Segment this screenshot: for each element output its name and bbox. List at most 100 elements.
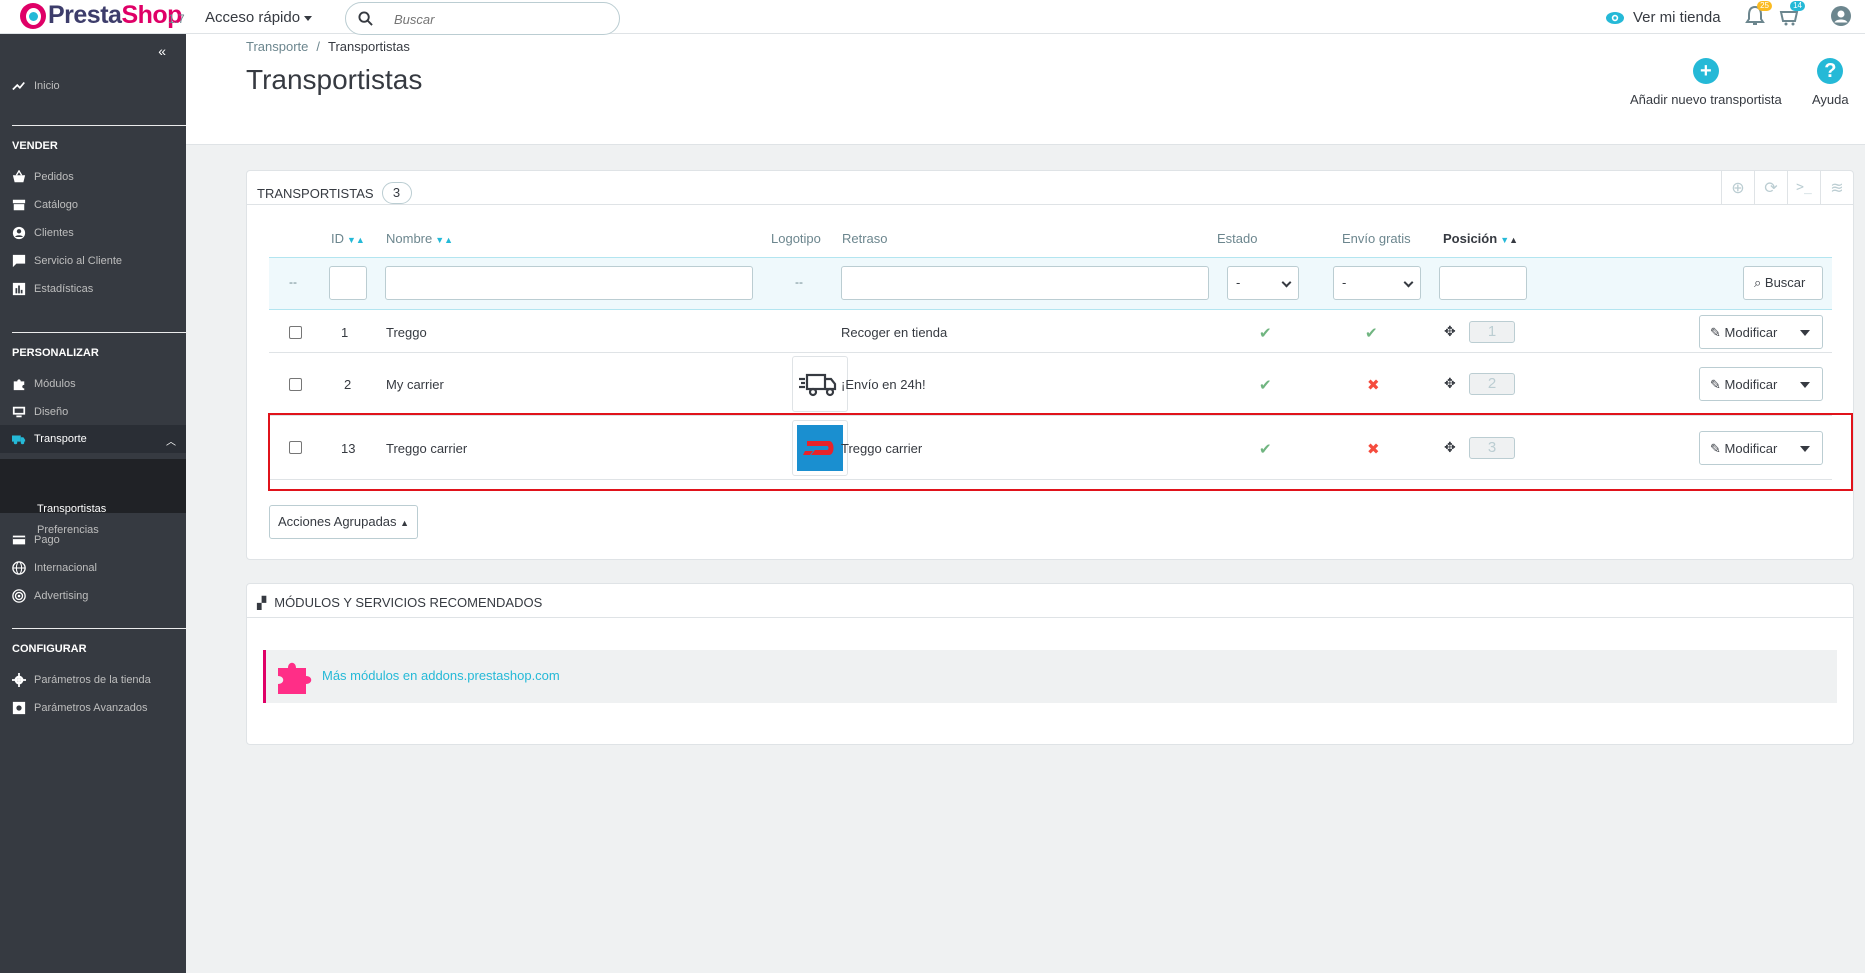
sidebar-item-payment[interactable]: Pago (12, 532, 60, 548)
sidebar-item-stats[interactable]: Estadísticas (12, 281, 93, 297)
settings-box-icon (12, 701, 26, 715)
filter-position-input[interactable] (1439, 266, 1527, 300)
help-button[interactable]: ? Ayuda (1812, 58, 1849, 107)
gear-icon (12, 673, 26, 687)
orders-notifications[interactable]: 14 (1778, 1, 1805, 27)
database-export-icon[interactable]: ≋ (1820, 171, 1853, 204)
quick-access-dropdown[interactable]: Acceso rápido (205, 9, 313, 26)
search-icon[interactable] (358, 11, 373, 26)
modify-button[interactable]: ✎ Modificar (1699, 315, 1823, 349)
globe-icon (12, 561, 26, 575)
carriers-count-badge: 3 (381, 182, 412, 204)
collapse-sidebar-icon[interactable]: « (158, 43, 166, 59)
view-store-link[interactable]: Ver mi tienda (1605, 9, 1721, 26)
sidebar-item-international[interactable]: Internacional (12, 560, 97, 576)
column-header-status: Estado (1217, 231, 1258, 246)
highlight-annotation (268, 413, 1853, 491)
sidebar-item-customer-service[interactable]: Servicio al Cliente (12, 253, 122, 269)
filter-id-input[interactable] (329, 266, 367, 300)
sort-arrows-icon[interactable]: ▼▲ (435, 235, 453, 245)
notifications-badge: 25 (1757, 1, 1772, 11)
sidebar-item-label: Clientes (34, 227, 74, 239)
sql-query-icon[interactable]: >_ (1787, 171, 1820, 204)
add-new-icon[interactable]: ⊕ (1721, 171, 1754, 204)
sidebar-category-configure: CONFIGURAR (12, 643, 87, 655)
breadcrumb-shipping[interactable]: Transporte (246, 39, 308, 54)
column-header-name[interactable]: Nombre ▼▲ (386, 231, 453, 246)
drag-move-icon[interactable]: ✥ (1444, 323, 1456, 340)
column-header-logo: Logotipo (771, 231, 821, 246)
addons-link-box: Más módulos en addons.prestashop.com (263, 650, 1837, 703)
top-header: PrestaShop 1.7 Acceso rápido Ver mi tien… (0, 0, 1865, 35)
addons-puzzle-icon (278, 662, 312, 694)
sidebar-submenu-shipping: Transportistas Preferencias (0, 459, 186, 536)
view-store-label: Ver mi tienda (1633, 9, 1721, 26)
notifications-bell[interactable]: 25 (1745, 1, 1772, 27)
sidebar-item-advertising[interactable]: Advertising (12, 588, 88, 604)
filter-status-select[interactable]: - (1227, 266, 1299, 300)
sidebar-item-label: Advertising (34, 590, 89, 602)
search-filter-button[interactable]: ⌕ Buscar (1743, 266, 1823, 300)
status-enabled-icon[interactable]: ✔ (1259, 324, 1272, 342)
caret-down-icon[interactable] (1800, 330, 1810, 336)
sidebar-item-shipping[interactable]: Transporte ︿ (0, 425, 186, 453)
bulk-actions-button[interactable]: Acciones Agrupadas ▲ (269, 505, 419, 539)
help-icon: ? (1817, 58, 1844, 84)
quick-access-label: Acceso rápido (205, 9, 301, 26)
filter-row: -- -- - - ⌕ Buscar (269, 257, 1832, 310)
sidebar-divider (12, 125, 186, 126)
add-carrier-button[interactable]: + Añadir nuevo transportista (1630, 58, 1782, 107)
sort-arrows-icon[interactable]: ▼▲ (347, 235, 365, 245)
add-carrier-label: Añadir nuevo transportista (1630, 92, 1782, 107)
row-checkbox[interactable] (289, 378, 302, 391)
header-search (345, 2, 620, 35)
sidebar-item-label: Estadísticas (34, 283, 94, 295)
panel-divider (247, 204, 1853, 205)
drag-move-icon[interactable]: ✥ (1444, 375, 1456, 392)
filter-free-shipping-select[interactable]: - (1333, 266, 1421, 300)
sidebar-item-modules[interactable]: Módulos (12, 376, 76, 392)
carrier-name: My carrier (386, 377, 444, 392)
sidebar-item-home[interactable]: Inicio (12, 78, 60, 94)
filter-name-input[interactable] (385, 266, 753, 300)
sidebar-item-label: Módulos (34, 378, 76, 390)
free-shipping-disabled-icon[interactable]: ✖ (1367, 376, 1380, 394)
modify-label: Modificar (1724, 325, 1778, 340)
search-icon: ⌕ (1754, 275, 1762, 290)
orders-badge: 14 (1790, 1, 1805, 11)
user-avatar-icon (1831, 6, 1851, 26)
column-header-id[interactable]: ID ▼▲ (331, 231, 365, 246)
sidebar-subitem-carriers[interactable]: Transportistas (37, 503, 106, 515)
sidebar-item-advanced-parameters[interactable]: Parámetros Avanzados (12, 700, 148, 716)
table-row[interactable]: 1 Treggo Recoger en tienda ✔ ✔ ✥ 1 ✎ Mod… (269, 312, 1832, 353)
employee-menu[interactable] (1830, 5, 1852, 27)
logo-text-presta: Presta (48, 1, 122, 29)
sidebar-item-orders[interactable]: Pedidos (12, 169, 74, 185)
caret-down-icon[interactable] (1800, 382, 1810, 388)
free-shipping-enabled-icon[interactable]: ✔ (1365, 324, 1378, 342)
chevron-down-icon (1403, 277, 1414, 288)
sidebar-item-label: Diseño (34, 406, 69, 418)
sidebar-item-shop-parameters[interactable]: Parámetros de la tienda (12, 672, 151, 688)
prestashop-logo[interactable]: PrestaShop (20, 1, 182, 30)
sidebar-item-catalog[interactable]: Catálogo (12, 197, 78, 213)
sidebar-item-design[interactable]: Diseño (12, 404, 68, 420)
chat-icon (12, 254, 26, 268)
filter-delay-input[interactable] (841, 266, 1209, 300)
sort-arrows-icon[interactable]: ▼▲ (1500, 235, 1518, 245)
modify-button[interactable]: ✎ Modificar (1699, 367, 1823, 401)
addons-marketplace-link[interactable]: Más módulos en addons.prestashop.com (322, 668, 560, 683)
status-enabled-icon[interactable]: ✔ (1259, 376, 1272, 394)
pencil-icon: ✎ (1710, 325, 1721, 340)
puzzle-icon (13, 379, 25, 391)
puzzle-icon: ▞ (257, 595, 267, 610)
row-checkbox[interactable] (289, 326, 302, 339)
search-input[interactable] (394, 10, 604, 28)
modify-label: Modificar (1724, 377, 1778, 392)
sidebar-item-label: Internacional (34, 562, 97, 574)
column-header-position[interactable]: Posición ▼▲ (1443, 231, 1518, 246)
table-row[interactable]: 2 My carrier ¡Envío en 24h! ✔ ✖ ✥ 2 ✎ Mo… (269, 353, 1832, 416)
sidebar-item-customers[interactable]: Clientes (12, 225, 74, 241)
refresh-icon[interactable]: ⟳ (1754, 171, 1787, 204)
sidebar-category-customize: PERSONALIZAR (12, 347, 99, 359)
